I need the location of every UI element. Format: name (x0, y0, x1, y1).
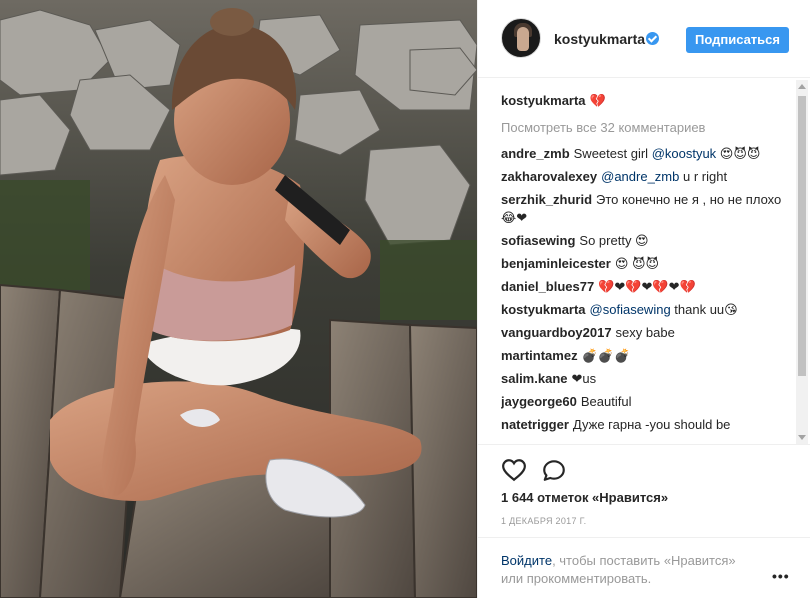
caption-text: 💔 (589, 93, 606, 108)
comment-item: daniel_blues77 💔❤💔❤💔❤💔 (501, 278, 793, 296)
comment-username[interactable]: andre_zmb (501, 146, 570, 161)
comment-username[interactable]: benjaminleicester (501, 256, 611, 271)
comment-suffix: thank uu😘 (670, 302, 738, 317)
caption-username[interactable]: kostyukmarta (501, 93, 586, 108)
comments-list: kostyukmarta 💔 Посмотреть все 32 коммента… (501, 92, 793, 444)
comment-text: 💔❤💔❤💔❤💔 (598, 279, 696, 294)
comment-item: jaygeorge60 Beautiful (501, 393, 793, 411)
comment-item: vanguardboy2017 sexy babe (501, 324, 793, 342)
comment-item: benjaminleicester 😍 😈😈 (501, 255, 793, 273)
comment-text: sexy babe (615, 325, 675, 340)
post-header: kostyukmarta Подписаться (478, 0, 810, 78)
login-prompt-text: Войдите, чтобы поставить «Нравится» или … (501, 552, 761, 588)
login-link[interactable]: Войдите (501, 553, 552, 568)
comment-username[interactable]: zakharovalexey (501, 169, 597, 184)
comment-mention[interactable]: @sofiasewing (590, 302, 671, 317)
comment-suffix: 😍😈😈 (716, 146, 761, 161)
comment-username[interactable]: natetrigger (501, 417, 569, 432)
comment-username[interactable]: kostyukmarta (501, 302, 586, 317)
comment-item: serzhik_zhurid Это конечно не я , но не п… (501, 191, 793, 227)
comment-item: sofiasewing So pretty 😍 (501, 232, 793, 250)
comment-username[interactable]: martintamez (501, 348, 578, 363)
avatar[interactable] (501, 18, 541, 58)
comment-text: 💣💣💣 (581, 348, 631, 363)
comment-item: salim.kane ❤us (501, 370, 793, 388)
comment-text: Beautiful (580, 394, 632, 409)
comment-username[interactable]: serzhik_zhurid (501, 192, 592, 207)
comment-item: kostyukmarta @sofiasewing thank uu😘 (501, 301, 793, 319)
post-author-username[interactable]: kostyukmarta (554, 31, 645, 47)
comment-item: martintamez 💣💣💣 (501, 347, 793, 365)
comment-username[interactable]: jaygeorge60 (501, 394, 577, 409)
comment-item: natetrigger Дуже гарна -you should be (501, 416, 793, 434)
follow-button[interactable]: Подписаться (686, 27, 789, 53)
comment-item: andre_zmb Sweetest girl @koostyuk 😍😈😈 (501, 145, 793, 163)
more-options-icon[interactable]: ••• (772, 568, 790, 584)
comment-text: Дуже гарна -you should be (572, 417, 731, 432)
comment-item: zakharovalexey @andre_zmb u r right (501, 168, 793, 186)
post-caption: kostyukmarta 💔 (501, 92, 793, 110)
scroll-up-arrow-icon[interactable] (798, 84, 806, 89)
comments-scrollbar[interactable] (796, 80, 808, 444)
comment-text: So pretty 😍 (579, 233, 649, 248)
heart-icon[interactable] (501, 457, 527, 483)
likes-count[interactable]: 1 644 отметок «Нравится» (501, 490, 668, 505)
comment-text: ❤us (571, 371, 597, 386)
post-photo[interactable] (0, 0, 477, 598)
scrollbar-thumb[interactable] (798, 96, 806, 376)
scroll-down-arrow-icon[interactable] (798, 435, 806, 440)
comment-username[interactable]: salim.kane (501, 371, 568, 386)
comment-username[interactable]: daniel_blues77 (501, 279, 594, 294)
login-prompt: Войдите, чтобы поставить «Нравится» или … (478, 537, 810, 598)
comment-suffix: u r right (679, 169, 728, 184)
instagram-post-view: kostyukmarta Подписаться kostyukmarta 💔 П… (0, 0, 810, 598)
comment-mention[interactable]: @andre_zmb (601, 169, 679, 184)
verified-badge-icon (646, 32, 659, 45)
post-side-panel: kostyukmarta Подписаться kostyukmarta 💔 П… (477, 0, 810, 598)
view-all-comments-link[interactable]: Посмотреть все 32 комментариев (501, 119, 793, 137)
comment-username[interactable]: vanguardboy2017 (501, 325, 612, 340)
comment-icon[interactable] (541, 457, 567, 483)
post-date: 1 ДЕКАБРЯ 2017 Г. (501, 516, 587, 526)
comment-mention[interactable]: @koostyuk (652, 146, 717, 161)
comment-text: 😍 😈😈 (614, 256, 660, 271)
comment-text: Sweetest girl (573, 146, 649, 161)
comment-username[interactable]: sofiasewing (501, 233, 575, 248)
